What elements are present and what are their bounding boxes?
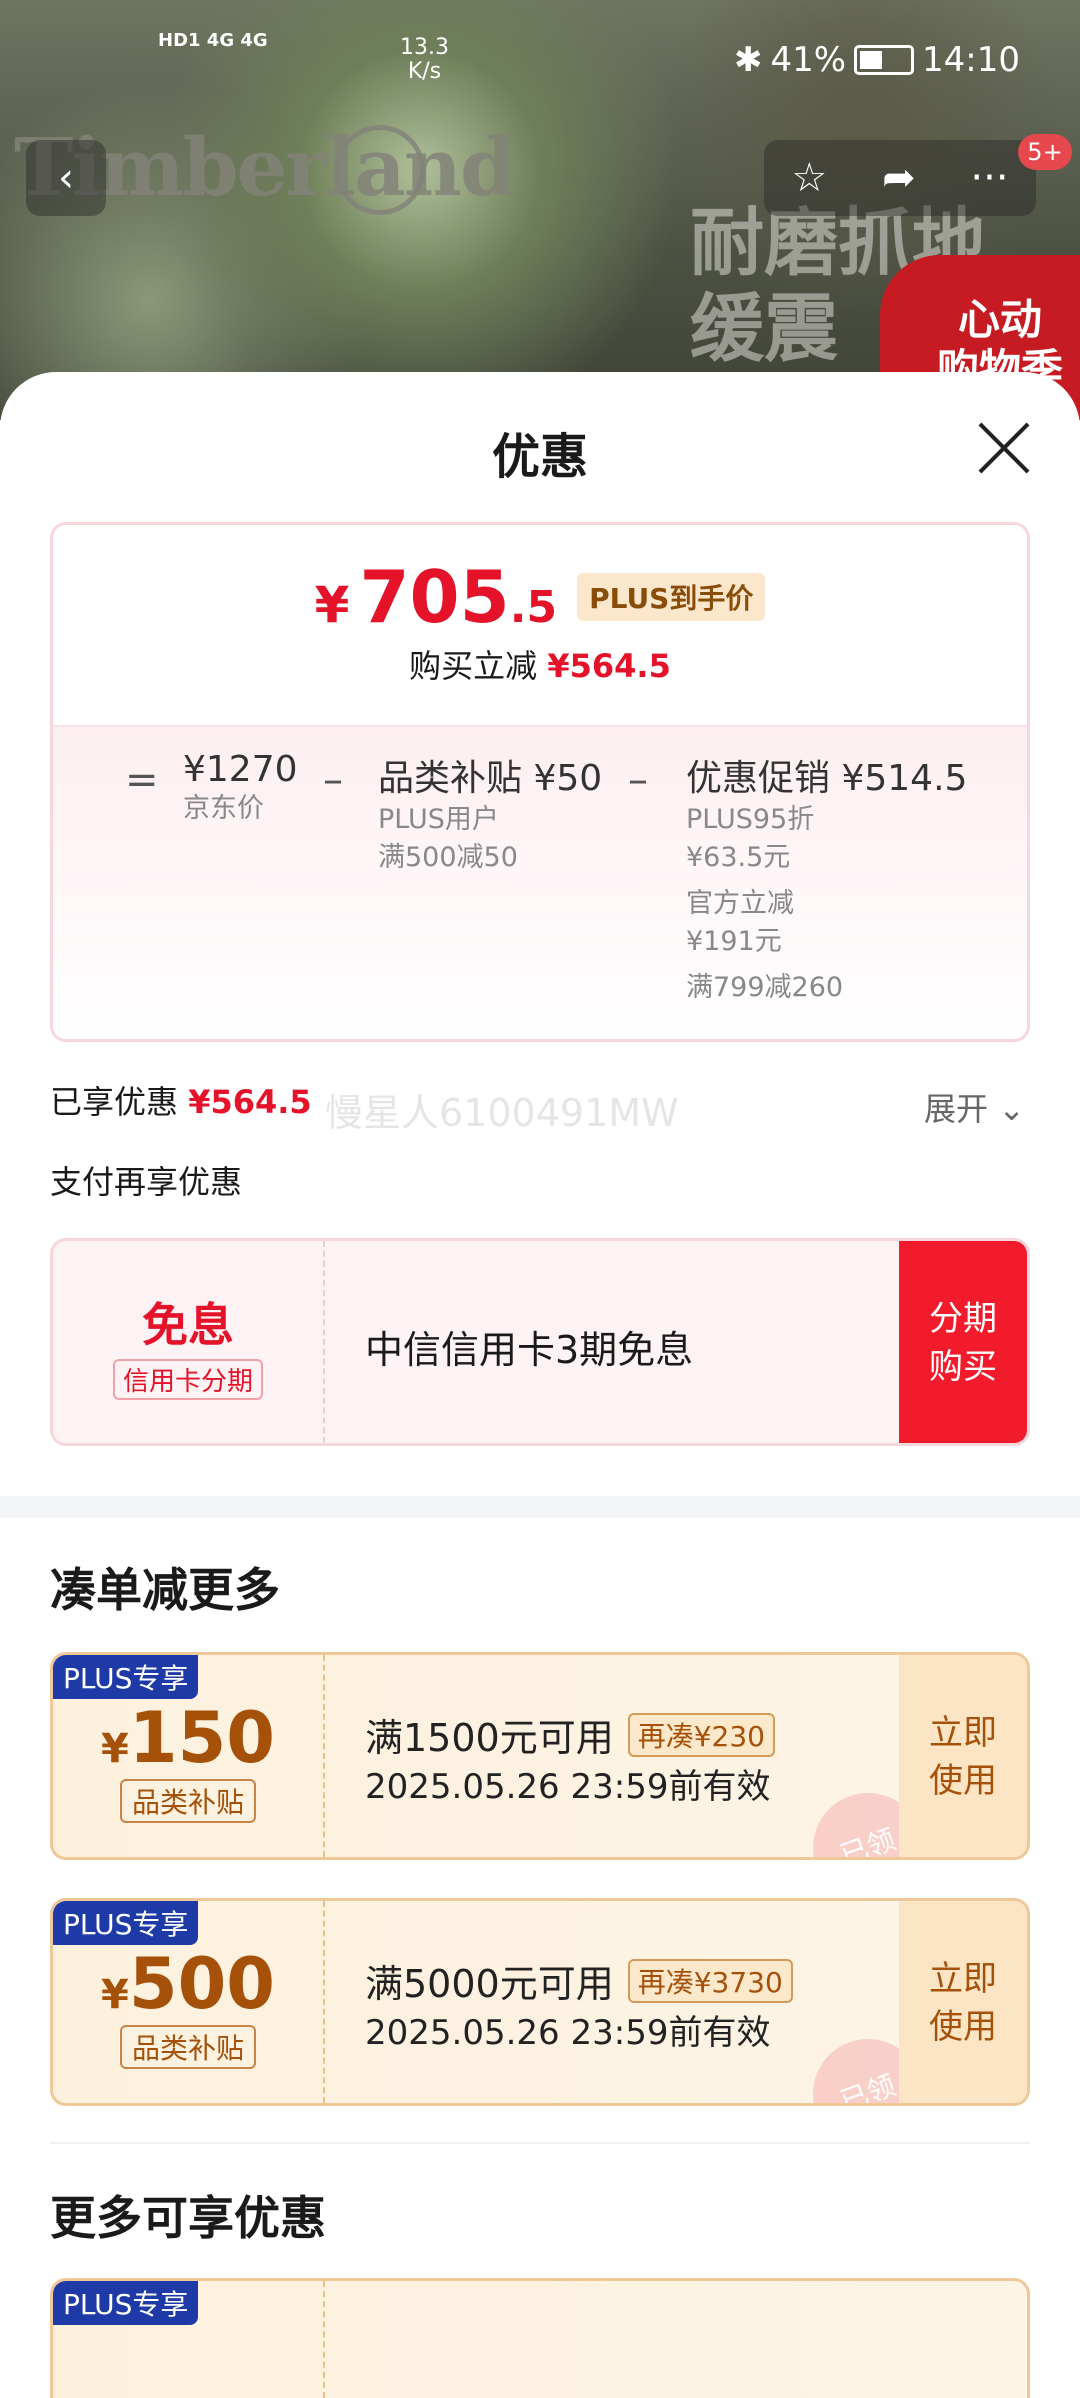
net-speed-unit: K/s (407, 59, 442, 84)
final-price-area: ¥ 705.5 PLUS到手价 购买立减 ¥564.5 (53, 525, 1027, 725)
reduce-line: 购买立减 ¥564.5 (53, 641, 1027, 687)
installment-desc: 中信信用卡3期免息 (365, 1328, 694, 1372)
favorite-star-icon[interactable]: ☆ (791, 155, 827, 201)
plus-price-tag: PLUS到手价 (577, 573, 766, 621)
subsidy-value: ¥50 (533, 758, 603, 799)
jd-price: ¥1270 (183, 749, 298, 790)
add-more-tag[interactable]: 再凑¥3730 (627, 1958, 793, 2003)
coupon-amount: ¥150 (53, 1697, 323, 1779)
coupon-condition-row: 满5000元可用 再凑¥3730 (365, 1953, 793, 2008)
expand-button[interactable]: 展开 ⌄ (924, 1084, 1025, 1130)
chevron-left-icon: ‹ (58, 155, 74, 201)
subsidy-line1: PLUS用户 (378, 804, 499, 835)
equals-sign: = (125, 757, 159, 803)
coupon-card: ¥150 品类补贴 PLUS专享 满1500元可用 再凑¥230 2025.05… (50, 1652, 1030, 1860)
coupon-card: ¥500 品类补贴 PLUS专享 满5000元可用 再凑¥3730 2025.0… (50, 1898, 1030, 2106)
bundle-title: 凑单减更多 (50, 1563, 280, 1617)
plus-exclusive-tag: PLUS专享 (53, 2281, 199, 2325)
final-dec: .5 (509, 582, 558, 633)
final-currency: ¥ (314, 576, 350, 634)
minus-sign: – (628, 757, 648, 803)
promo-line5: 满799减260 (686, 972, 844, 1003)
coupon-category: 品类补贴 (119, 2025, 256, 2069)
use-now-button[interactable]: 立即 使用 (899, 1655, 1027, 1857)
battery-percent: 41% (770, 40, 847, 80)
enjoyed-value: ¥564.5 (188, 1083, 312, 1121)
promo-line3: 官方立减 (686, 888, 794, 919)
coupon-value: 150 (128, 1697, 275, 1779)
battery-icon (854, 45, 915, 75)
coupon-currency: ¥ (101, 1972, 129, 2018)
more-icon[interactable]: ··· (970, 155, 1008, 201)
plus-exclusive-tag: PLUS专享 (53, 1901, 199, 1945)
final-price: ¥ 705.5 PLUS到手价 (53, 555, 1027, 639)
status-bar: HD1 4G 4G 13.3 K/s ✱ 41% 14:10 (0, 0, 1080, 120)
coupon-condition-row: 满1500元可用 再凑¥230 (365, 1707, 775, 1762)
promo-value: ¥514.5 (841, 758, 968, 799)
expand-label: 展开 (924, 1090, 989, 1128)
interest-free-label: 免息 (142, 1298, 234, 1352)
coupon-condition: 满5000元可用 (365, 1962, 614, 2006)
credit-installment-tag: 信用卡分期 (112, 1359, 263, 1400)
close-icon[interactable] (976, 420, 1032, 476)
coupon-validity: 2025.05.26 23:59前有效 (365, 1767, 771, 1807)
promo-col: 优惠促销 ¥514.5 PLUS95折 ¥63.5元 官方立减 ¥191元 满7… (686, 749, 967, 1007)
brand-tree-icon (335, 125, 425, 215)
reduce-label: 购买立减 (409, 647, 538, 685)
discount-sheet: 优惠 ¥ 705.5 PLUS到手价 购买立减 ¥564.5 = ¥1270 京… (0, 372, 1080, 2398)
use-now-button[interactable]: 立即 使用 (899, 1901, 1027, 2103)
section-divider (0, 1496, 1080, 1518)
share-icon[interactable]: ➦ (882, 155, 916, 201)
subsidy-col: 品类补贴 ¥50 PLUS用户 满500减50 (378, 749, 602, 877)
back-button[interactable]: ‹ (26, 140, 106, 216)
sim-indicator: HD1 4G 4G (158, 30, 268, 51)
installment-card[interactable]: 免息 信用卡分期 中信信用卡3期免息 分期 购买 (50, 1238, 1030, 1446)
promo-line1: PLUS95折 (686, 804, 815, 835)
notification-badge: 5+ (1018, 134, 1072, 170)
status-right: ✱ 41% 14:10 (734, 40, 1020, 80)
jd-price-label: 京东价 (183, 793, 264, 824)
subsidy-line2: 满500减50 (378, 842, 518, 873)
installment-left: 免息 信用卡分期 (53, 1241, 325, 1443)
promo-line2: ¥63.5元 (686, 842, 791, 873)
coupon-category: 品类补贴 (119, 1779, 256, 1823)
top-actions: ☆ ➦ ··· (764, 140, 1036, 216)
plus-exclusive-tag: PLUS专享 (53, 1655, 199, 1699)
coupon-validity: 2025.05.26 23:59前有效 (365, 2013, 771, 2053)
coupon-currency: ¥ (101, 1726, 129, 1772)
add-more-tag[interactable]: 再凑¥230 (627, 1712, 775, 1757)
network-speed: 13.3 K/s (400, 36, 449, 84)
promo-line4: ¥191元 (686, 926, 782, 957)
coupon-condition: 满1500元可用 (365, 1716, 614, 1760)
subsidy-title: 品类补贴 (378, 758, 523, 799)
more-title: 更多可享优惠 (50, 2191, 326, 2245)
price-breakdown-card: ¥ 705.5 PLUS到手价 购买立减 ¥564.5 = ¥1270 京东价 … (50, 522, 1030, 1042)
installment-buy-button[interactable]: 分期 购买 (899, 1241, 1027, 1443)
minus-sign: – (323, 757, 343, 803)
coupon-amount: ¥500 (53, 1943, 323, 2025)
jd-price-col: ¥1270 京东价 (183, 749, 298, 828)
enjoyed-label: 已享优惠 (50, 1083, 179, 1121)
coupon-value: 500 (128, 1943, 275, 2025)
watermark-text: 慢星人6100491MW (325, 1091, 679, 1135)
final-int: 705 (359, 555, 510, 639)
chevron-down-icon: ⌄ (998, 1090, 1025, 1128)
enjoyed-row: 已享优惠 ¥564.5 (50, 1077, 312, 1123)
payment-section-label: 支付再享优惠 (50, 1163, 243, 1201)
bluetooth-icon: ✱ (733, 40, 763, 80)
promo-title: 优惠促销 (686, 758, 831, 799)
clock: 14:10 (922, 40, 1020, 80)
sheet-title: 优惠 (491, 429, 588, 485)
divider-line (50, 2142, 1030, 2144)
net-speed-value: 13.3 (400, 35, 449, 60)
coupon-card-partial: PLUS专享 (50, 2278, 1030, 2398)
reduce-value: ¥564.5 (547, 647, 671, 685)
price-formula: = ¥1270 京东价 – 品类补贴 ¥50 PLUS用户 满500减50 – … (53, 725, 1027, 1039)
